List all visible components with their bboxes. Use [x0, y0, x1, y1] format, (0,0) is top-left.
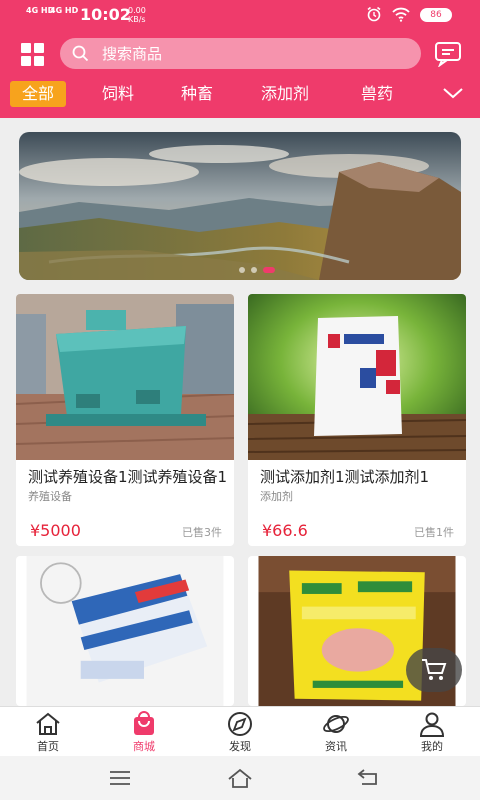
tab-profile-label: 我的: [421, 740, 443, 753]
network-speed-unit: KB/s: [128, 15, 146, 24]
system-navigation-bar: [0, 756, 480, 800]
cart-button[interactable]: [406, 648, 462, 692]
product-sold-count: 已售3件: [182, 526, 222, 539]
tab-home[interactable]: 首页: [0, 707, 96, 757]
product-category: 养殖设备: [28, 490, 72, 503]
product-price: ¥66.6: [262, 521, 308, 540]
tab-profile[interactable]: 我的: [384, 707, 480, 757]
grid-menu-icon[interactable]: [21, 43, 45, 67]
search-placeholder: 搜索商品: [102, 45, 163, 63]
menu-lines-icon[interactable]: [106, 766, 134, 790]
category-tabs: 全部 饲料 种畜 添加剂 兽药: [0, 79, 480, 111]
shopping-bag-icon: [134, 711, 154, 735]
user-icon: [419, 712, 445, 737]
message-icon[interactable]: [434, 41, 462, 67]
planet-icon: [323, 715, 349, 733]
category-tab-additives[interactable]: 添加剂: [261, 81, 309, 107]
nav-home-icon[interactable]: [226, 766, 254, 790]
chevron-down-icon[interactable]: [442, 86, 464, 100]
back-icon[interactable]: [354, 766, 382, 790]
alarm-icon: [367, 6, 381, 22]
tab-news[interactable]: 资讯: [288, 707, 384, 757]
home-icon: [36, 712, 60, 735]
product-price: ¥5000: [30, 521, 81, 540]
network-speed: 0.00 KB/s: [128, 6, 146, 24]
product-card[interactable]: [16, 556, 234, 706]
network-speed-value: 0.00: [128, 6, 146, 15]
tab-mall-label: 商城: [133, 740, 155, 753]
banner-dot-2[interactable]: [251, 267, 257, 273]
search-input[interactable]: 搜索商品: [60, 38, 421, 69]
tab-discover-label: 发现: [229, 740, 251, 753]
product-title: 测试添加剂1测试添加剂1: [260, 468, 430, 486]
status-time: 10:02: [80, 5, 131, 24]
banner-image: [19, 132, 461, 280]
tab-news-label: 资讯: [325, 740, 347, 753]
category-tab-vet-medicine[interactable]: 兽药: [361, 81, 393, 107]
tab-mall[interactable]: 商城: [96, 707, 192, 757]
header: 搜索商品 全部 饲料 种畜 添加剂 兽药: [0, 30, 480, 118]
product-title: 测试养殖设备1测试养殖设备1: [28, 468, 228, 486]
status-bar: 4G HD 4G HD 10:02 0.00 KB/s 86: [0, 0, 480, 30]
category-tab-breeding-stock[interactable]: 种畜: [181, 81, 213, 107]
banner-dot-1[interactable]: [239, 267, 245, 273]
product-category: 添加剂: [260, 490, 293, 503]
cart-icon: [422, 659, 447, 680]
compass-icon: [228, 712, 252, 736]
product-image: [16, 294, 234, 460]
search-icon: [72, 45, 89, 62]
product-sold-count: 已售1件: [414, 526, 454, 539]
category-tab-feed[interactable]: 饲料: [102, 81, 134, 107]
product-card[interactable]: 测试养殖设备1测试养殖设备1 养殖设备 ¥5000 已售3件: [16, 294, 234, 546]
network-indicator-2: 4G HD: [50, 6, 79, 15]
product-image: [26, 556, 224, 706]
wifi-icon: [392, 7, 410, 22]
banner-dot-3[interactable]: [263, 267, 275, 273]
battery-indicator: 86: [420, 8, 452, 22]
product-image: [248, 294, 466, 460]
product-card[interactable]: 测试添加剂1测试添加剂1 添加剂 ¥66.6 已售1件: [248, 294, 466, 546]
category-tab-all[interactable]: 全部: [10, 81, 67, 107]
banner-carousel[interactable]: [19, 132, 461, 280]
bottom-tab-bar: 首页 商城 发现 资讯 我的: [0, 706, 480, 756]
tab-discover[interactable]: 发现: [192, 707, 288, 757]
tab-home-label: 首页: [37, 740, 59, 753]
